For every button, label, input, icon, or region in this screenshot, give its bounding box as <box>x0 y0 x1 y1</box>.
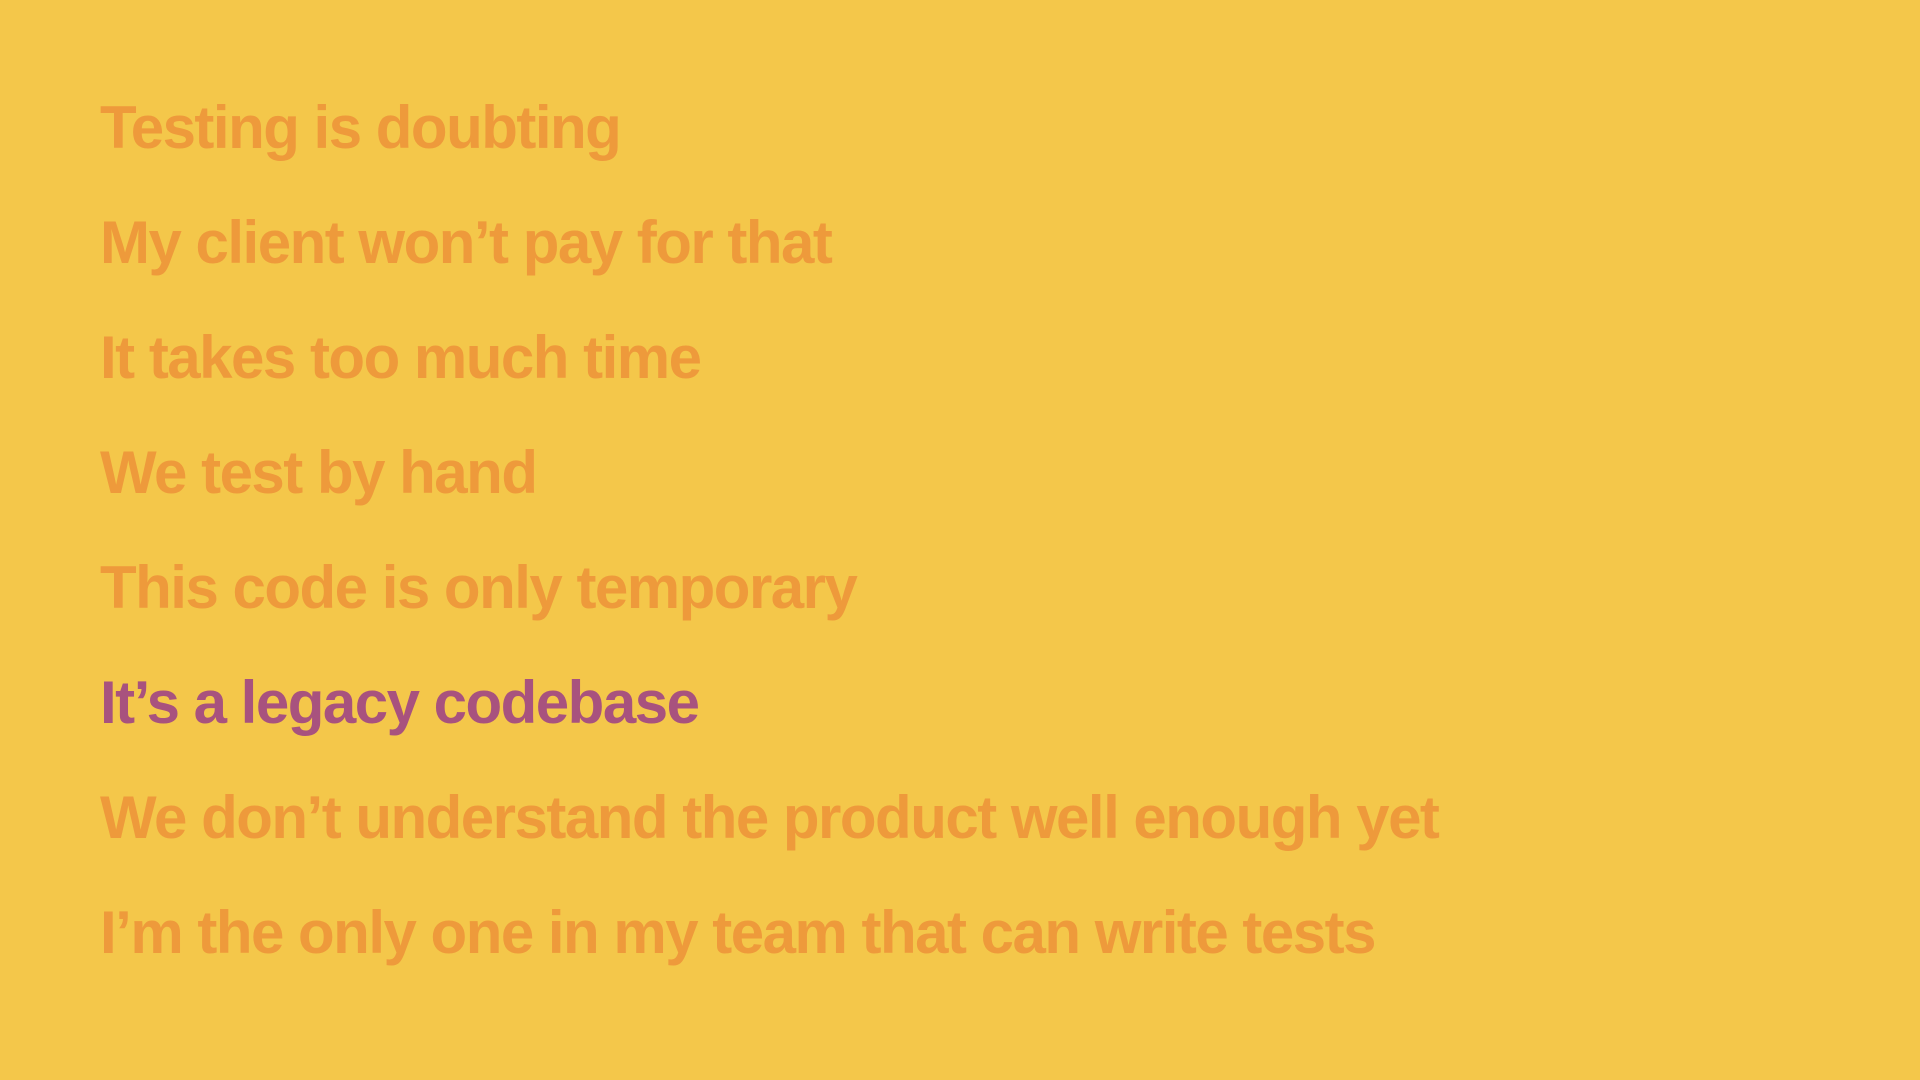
excuse-line-legacy-codebase: It’s a legacy codebase <box>100 669 700 736</box>
excuse-line-test-by-hand: We test by hand <box>100 439 538 506</box>
excuse-line-testing-is-doubting: Testing is doubting <box>100 94 622 161</box>
excuse-line-code-temporary: This code is only temporary <box>100 554 858 621</box>
excuse-line-dont-understand-product: We don’t understand the product well eno… <box>100 784 1440 851</box>
slide: Testing is doubting My client won’t pay … <box>0 0 1920 1080</box>
excuse-line-only-one-writing-tests: I’m the only one in my team that can wri… <box>100 899 1376 966</box>
excuse-line-client-wont-pay: My client won’t pay for that <box>100 209 833 276</box>
excuse-line-takes-too-much-time: It takes too much time <box>100 324 702 391</box>
